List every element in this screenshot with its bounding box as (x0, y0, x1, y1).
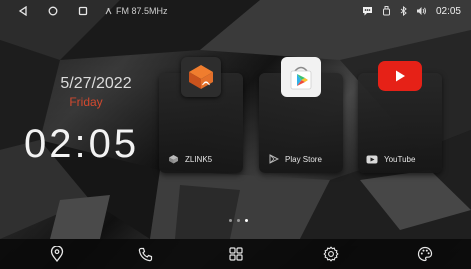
play-small-icon (267, 154, 279, 164)
app-card-play-store[interactable]: Play Store (259, 57, 343, 173)
message-icon (362, 6, 373, 16)
app-label-row: YouTube (366, 154, 415, 164)
bluetooth-icon (400, 6, 407, 16)
clock-date: 5/27/2022 (60, 75, 132, 92)
back-icon[interactable] (16, 4, 30, 18)
app-label-row: Play Store (267, 154, 322, 164)
radio-indicator: FM 87.5MHz (104, 6, 168, 16)
app-label: Play Store (285, 154, 322, 164)
app-card-zlink5[interactable]: ZLINK5 (159, 57, 243, 173)
clock-day: Friday (69, 95, 103, 109)
palette-icon[interactable] (416, 245, 434, 263)
page-dot-active[interactable] (245, 219, 248, 222)
youtube-icon (378, 61, 422, 91)
status-bar-left: FM 87.5MHz (16, 4, 168, 18)
clock-time[interactable]: 02:05 (24, 122, 139, 167)
home-icon[interactable] (46, 4, 60, 18)
bottom-nav (0, 239, 471, 269)
app-label-row: ZLINK5 (167, 154, 212, 164)
youtube-small-icon (366, 154, 378, 164)
apps-grid-icon[interactable] (227, 245, 245, 263)
status-bar-right: 02:05 (362, 0, 461, 22)
phone-icon[interactable] (136, 245, 154, 263)
radio-frequency: FM 87.5MHz (116, 6, 168, 16)
play-store-icon (281, 57, 321, 97)
status-bar: FM 87.5MHz 02:05 (0, 0, 471, 22)
home-screen: FM 87.5MHz 02:05 5/27/2022 Friday 02:05 (0, 0, 471, 269)
radio-icon (104, 7, 113, 16)
page-dot[interactable] (237, 219, 240, 222)
app-label: ZLINK5 (185, 154, 213, 164)
recents-icon[interactable] (76, 4, 90, 18)
usb-icon (382, 6, 391, 16)
page-dot[interactable] (229, 219, 232, 222)
zlink-icon (181, 57, 221, 97)
page-indicator (229, 219, 248, 222)
zlink-small-icon (167, 154, 179, 164)
settings-icon[interactable] (322, 245, 340, 263)
app-card-youtube[interactable]: YouTube (358, 61, 442, 173)
app-label: YouTube (384, 154, 416, 164)
volume-icon (416, 6, 427, 16)
location-icon[interactable] (48, 245, 66, 263)
status-time: 02:05 (435, 5, 461, 17)
